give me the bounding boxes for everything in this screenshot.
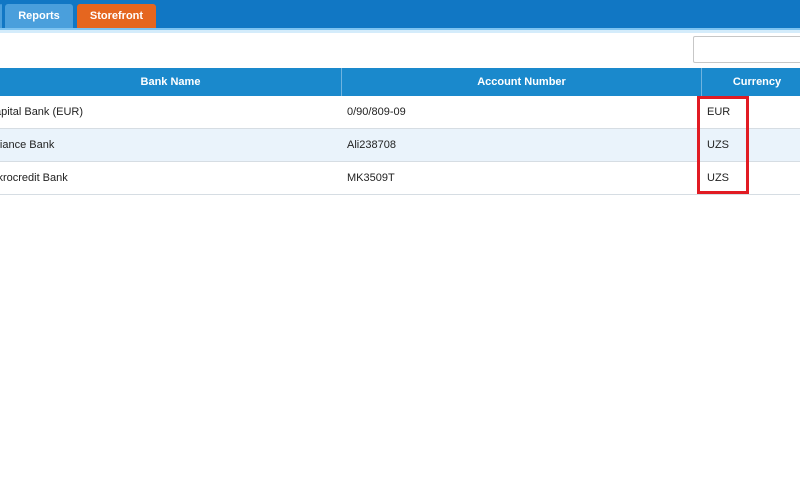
account-number-cell: Ali238708 xyxy=(347,139,396,151)
column-header-account-number[interactable]: Account Number xyxy=(342,68,701,96)
bank-name-cell: apital Bank (EUR) xyxy=(0,106,84,118)
table-row[interactable]: apital Bank (EUR) 0/90/809-09 EUR xyxy=(0,96,800,129)
grid-header: Bank Name Account Number Currency xyxy=(0,68,800,96)
tab-reports[interactable]: Reports xyxy=(5,4,73,28)
table-row[interactable]: lliance Bank Ali238708 UZS xyxy=(0,129,800,162)
currency-cell: EUR xyxy=(707,106,731,118)
tab-previous[interactable] xyxy=(0,4,2,28)
tab-storefront[interactable]: Storefront xyxy=(77,4,156,28)
column-header-bank-name[interactable]: Bank Name xyxy=(0,68,341,96)
currency-cell: UZS xyxy=(707,172,729,184)
top-nav-bar: Reports Storefront xyxy=(0,0,800,28)
table-row[interactable]: ikrocredit Bank MK3509T UZS xyxy=(0,162,800,195)
bank-name-cell: lliance Bank xyxy=(0,139,55,151)
search-input[interactable] xyxy=(693,36,800,63)
grid-toolbar xyxy=(0,33,800,68)
bank-name-cell: ikrocredit Bank xyxy=(0,172,68,184)
account-number-cell: MK3509T xyxy=(347,172,395,184)
account-number-cell: 0/90/809-09 xyxy=(347,106,406,118)
column-header-currency[interactable]: Currency xyxy=(702,68,800,96)
currency-cell: UZS xyxy=(707,139,729,151)
